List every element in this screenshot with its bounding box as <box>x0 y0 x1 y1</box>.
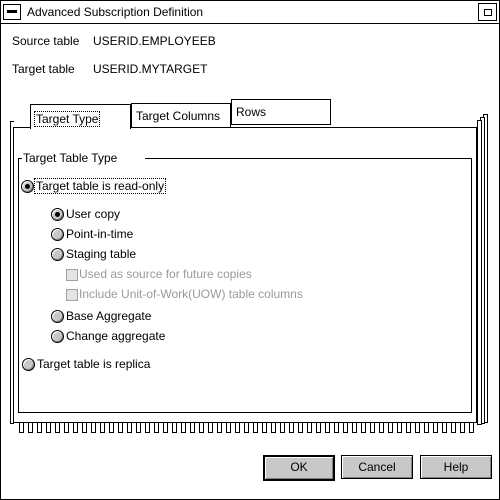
minimize-icon[interactable] <box>478 3 497 21</box>
binding-ring <box>163 422 168 433</box>
binding-ring <box>199 422 204 433</box>
binding-ring <box>253 422 258 433</box>
binding-ring <box>235 422 240 433</box>
source-table-label: Source table <box>12 34 80 48</box>
binding-ring <box>73 422 78 433</box>
binding-ring <box>136 422 141 433</box>
binding-ring <box>154 422 159 433</box>
dialog-window: Advanced Subscription Definition Source … <box>0 0 500 500</box>
tab-target-columns[interactable]: Target Columns <box>131 103 231 129</box>
window-title: Advanced Subscription Definition <box>27 5 204 19</box>
binding-ring <box>289 422 294 433</box>
binding-ring <box>370 422 375 433</box>
binding-ring <box>226 422 231 433</box>
binding-ring <box>64 422 69 433</box>
binding-ring <box>244 422 249 433</box>
binding-ring <box>262 422 267 433</box>
binding-ring <box>100 422 105 433</box>
binding-ring <box>433 422 438 433</box>
group-legend: Target Table Type <box>22 151 119 165</box>
binding-ring <box>424 422 429 433</box>
target-table-label: Target table <box>12 62 75 76</box>
read-only-label[interactable]: Target table is read-only <box>34 178 167 194</box>
binding-ring <box>82 422 87 433</box>
notebook-binding <box>15 422 475 434</box>
binding-ring <box>208 422 213 433</box>
user-copy-radio[interactable] <box>51 208 64 221</box>
target-table-value: USERID.MYTARGET <box>93 62 208 76</box>
binding-ring <box>343 422 348 433</box>
system-menu-icon[interactable] <box>3 4 21 20</box>
binding-ring <box>127 422 132 433</box>
binding-ring <box>325 422 330 433</box>
base-aggregate-radio[interactable] <box>51 310 64 323</box>
staging-table-label[interactable]: Staging table <box>66 247 136 261</box>
replica-radio[interactable] <box>22 358 35 371</box>
binding-ring <box>298 422 303 433</box>
binding-ring <box>334 422 339 433</box>
binding-ring <box>280 422 285 433</box>
binding-ring <box>37 422 42 433</box>
binding-ring <box>460 422 465 433</box>
binding-ring <box>397 422 402 433</box>
binding-ring <box>469 422 474 433</box>
change-aggregate-label[interactable]: Change aggregate <box>66 329 165 343</box>
binding-ring <box>145 422 150 433</box>
binding-ring <box>55 422 60 433</box>
page-edge <box>477 120 482 425</box>
binding-ring <box>316 422 321 433</box>
source-table-value: USERID.EMPLOYEEB <box>93 34 216 48</box>
used-as-source-label: Used as source for future copies <box>79 267 252 281</box>
binding-ring <box>181 422 186 433</box>
binding-ring <box>307 422 312 433</box>
binding-ring <box>19 422 24 433</box>
replica-label[interactable]: Target table is replica <box>37 357 150 371</box>
user-copy-label[interactable]: User copy <box>66 207 120 221</box>
cancel-button[interactable]: Cancel <box>341 455 413 479</box>
used-as-source-checkbox[interactable] <box>66 269 78 281</box>
notebook-page: Target Table Type Target table is read-o… <box>13 127 477 423</box>
binding-ring <box>91 422 96 433</box>
read-only-radio[interactable] <box>21 180 34 193</box>
title-bar[interactable]: Advanced Subscription Definition <box>1 1 499 24</box>
binding-ring <box>451 422 456 433</box>
binding-ring <box>46 422 51 433</box>
binding-ring <box>109 422 114 433</box>
binding-ring <box>379 422 384 433</box>
binding-ring <box>28 422 33 433</box>
target-table-type-group <box>18 158 472 413</box>
binding-ring <box>406 422 411 433</box>
binding-ring <box>271 422 276 433</box>
point-in-time-label[interactable]: Point-in-time <box>66 227 133 241</box>
binding-ring <box>388 422 393 433</box>
binding-ring <box>217 422 222 433</box>
binding-ring <box>442 422 447 433</box>
binding-ring <box>352 422 357 433</box>
ok-button[interactable]: OK <box>263 455 335 481</box>
staging-table-radio[interactable] <box>51 248 64 261</box>
tab-rows[interactable]: Rows <box>231 99 331 125</box>
base-aggregate-label[interactable]: Base Aggregate <box>66 309 151 323</box>
help-button[interactable]: Help <box>420 455 492 479</box>
binding-ring <box>415 422 420 433</box>
binding-ring <box>190 422 195 433</box>
binding-ring <box>172 422 177 433</box>
change-aggregate-radio[interactable] <box>51 330 64 343</box>
binding-ring <box>361 422 366 433</box>
binding-ring <box>118 422 123 433</box>
include-uow-label: Include Unit-of-Work(UOW) table columns <box>79 287 303 301</box>
tab-target-type[interactable]: Target Type <box>30 104 131 129</box>
include-uow-checkbox[interactable] <box>66 289 78 301</box>
point-in-time-radio[interactable] <box>51 228 64 241</box>
